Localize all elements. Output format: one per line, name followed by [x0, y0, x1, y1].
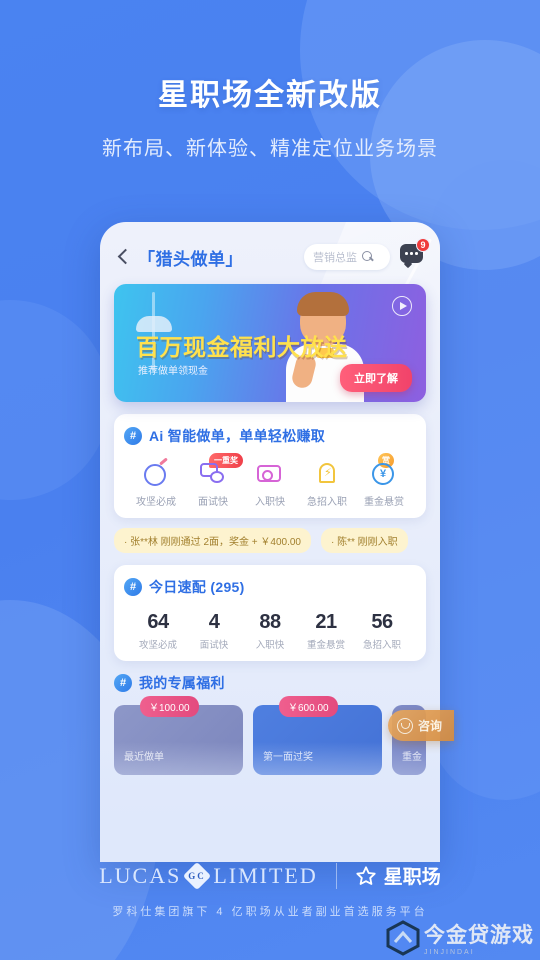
today-section-title: 今日速配 (295)	[149, 579, 245, 595]
coupon-text: 重金	[402, 752, 422, 763]
lucas-logo-left: LUCAS	[99, 862, 182, 888]
watermark-text: 今金贷游戏 JINJINDAI	[424, 925, 534, 956]
coupon-text: 最近做单	[124, 752, 164, 763]
coupon-price: ￥100.00	[140, 696, 199, 717]
hero-section: 星职场全新改版 新布局、新体验、精准定位业务场景	[0, 0, 540, 161]
shortcut-mianshikuai[interactable]: 一重奖 面试快	[185, 453, 243, 508]
back-chevron-icon[interactable]	[114, 247, 134, 267]
stat-label: 攻坚必成	[138, 640, 177, 651]
shield-logo-icon	[386, 920, 420, 956]
search-input[interactable]: 营销总监	[304, 244, 390, 270]
stats-row: 64 攻坚必成 4 面试快 88 入职快 21 重金悬赏 56 急招入职	[124, 611, 416, 651]
ai-section-card: # Ai 智能做单，单单轻松赚取 攻坚必成 一重奖 面试快 入职快 急招入职	[114, 414, 426, 518]
stat-label: 面试快	[199, 640, 229, 651]
stat-value: 21	[315, 611, 337, 633]
today-section-header: # 今日速配 (295)	[124, 577, 416, 597]
headset-icon	[396, 717, 413, 734]
coupon-card[interactable]: ￥100.00 最近做单	[114, 696, 243, 775]
banner-stack-card-2	[412, 300, 424, 386]
shortcut-zhongjinxuanshang[interactable]: 赏 ¥ 重金悬赏	[356, 453, 412, 508]
activity-ticker: · 张**林 刚刚通过 2面，奖金 + ￥400.00 · 陈** 刚刚入职	[114, 528, 426, 553]
bg-blob-4	[0, 300, 110, 500]
shortcut-gongjianbicheng[interactable]: 攻坚必成	[128, 458, 184, 508]
ai-section-title: Ai 智能做单，单单轻松赚取	[149, 428, 326, 444]
footer-tagline: 罗科仕集团旗下 4 亿职场从业者副业首选服务平台	[112, 906, 428, 918]
hash-icon: #	[114, 674, 132, 692]
stat-value: 64	[147, 611, 169, 633]
app-page-title: 「猎头做单」	[138, 249, 243, 269]
consult-fab-button[interactable]: 咨询	[387, 710, 454, 741]
stat-label: 入职快	[255, 640, 285, 651]
stat-item[interactable]: 21 重金悬赏	[298, 611, 354, 651]
page-title: 星职场全新改版	[158, 79, 382, 112]
hash-icon: #	[124, 427, 142, 445]
promo-banner[interactable]: 百万现金福利大放送 推荐做单领现金 立即了解	[114, 284, 426, 402]
shortcut-label: 入职快	[255, 497, 285, 508]
app-header: 「猎头做单」 营销总监 9	[100, 222, 440, 278]
welfare-section-title: 我的专属福利	[139, 675, 225, 691]
shortcut-label: 攻坚必成	[136, 497, 176, 508]
play-icon[interactable]	[392, 296, 412, 316]
search-icon	[362, 251, 374, 263]
watermark-subtitle: JINJINDAI	[424, 949, 475, 956]
today-match-card: # 今日速配 (295) 64 攻坚必成 4 面试快 88 入职快 21 重金悬…	[114, 565, 426, 661]
star-icon	[355, 865, 377, 887]
stat-label: 重金悬赏	[306, 640, 345, 651]
banner-section: 百万现金福利大放送 推荐做单领现金 立即了解	[100, 278, 440, 402]
stat-label: 急招入职	[362, 640, 401, 651]
lucas-diamond-icon	[183, 861, 212, 890]
lucas-logo-right: LIMITED	[213, 862, 318, 888]
footer-logo-row: LUCAS LIMITED 星职场	[0, 850, 540, 890]
interview-chat-icon	[198, 458, 228, 488]
banner-subtitle: 推荐做单领现金	[138, 366, 208, 377]
shortcut-label: 重金悬赏	[364, 497, 404, 508]
shortcut-jizhaoruzhi[interactable]: 急招入职	[299, 458, 355, 508]
ai-section-header: # Ai 智能做单，单单轻松赚取	[124, 426, 416, 446]
yuan-coin-icon: ¥	[369, 458, 399, 488]
hash-icon: #	[124, 578, 142, 596]
search-placeholder: 营销总监	[313, 252, 357, 264]
stat-value: 88	[259, 611, 281, 633]
phone-mockup: 「猎头做单」 营销总监 9 百万现金福利大放送 推荐做单领现金 立即了解 # A…	[100, 222, 440, 862]
lightning-bell-icon	[312, 458, 342, 488]
coupon-price: ￥600.00	[279, 696, 338, 717]
banner-cta-button[interactable]: 立即了解	[340, 364, 412, 392]
brand-logo: 星职场	[355, 862, 441, 889]
bomb-icon	[141, 458, 171, 488]
stat-item[interactable]: 56 急招入职	[354, 611, 410, 651]
lucas-logo: LUCAS LIMITED	[99, 861, 318, 890]
stat-item[interactable]: 88 入职快	[242, 611, 298, 651]
watermark-title: 今金贷游戏	[424, 924, 534, 947]
chat-button[interactable]: 9	[400, 238, 430, 270]
stat-item[interactable]: 64 攻坚必成	[130, 611, 186, 651]
shortcut-label: 面试快	[198, 497, 228, 508]
ticker-item: · 陈** 刚刚入职	[321, 528, 408, 553]
brand-name: 星职场	[383, 867, 441, 888]
banner-title: 百万现金福利大放送	[136, 334, 348, 360]
shortcut-label: 急招入职	[307, 497, 347, 508]
stat-value: 4	[208, 611, 220, 633]
coupon-card[interactable]: ￥600.00 第一面过奖	[253, 696, 382, 775]
page-subtitle: 新布局、新体验、精准定位业务场景	[102, 138, 438, 160]
welfare-section: # 我的专属福利 ￥100.00 最近做单 ￥600.00 第一面过奖 重金	[114, 673, 426, 775]
coupon-text: 第一面过奖	[263, 752, 313, 763]
welfare-section-header: # 我的专属福利	[114, 673, 426, 693]
coupon-row: ￥100.00 最近做单 ￥600.00 第一面过奖 重金	[114, 696, 426, 775]
ticker-item: · 张**林 刚刚通过 2面，奖金 + ￥400.00	[114, 528, 311, 553]
id-card-icon	[255, 458, 285, 488]
shortcut-ruzhikuai[interactable]: 入职快	[242, 458, 298, 508]
footer-divider	[335, 862, 337, 889]
stat-value: 56	[371, 611, 393, 633]
watermark: 今金贷游戏 JINJINDAI	[386, 920, 534, 956]
consult-fab-label: 咨询	[417, 719, 442, 733]
ai-shortcut-row: 攻坚必成 一重奖 面试快 入职快 急招入职 赏 ¥ 重金悬赏	[124, 453, 416, 508]
stat-item[interactable]: 4 面试快	[186, 611, 242, 651]
bg-blob-5	[430, 160, 540, 800]
chat-badge: 9	[416, 238, 430, 252]
